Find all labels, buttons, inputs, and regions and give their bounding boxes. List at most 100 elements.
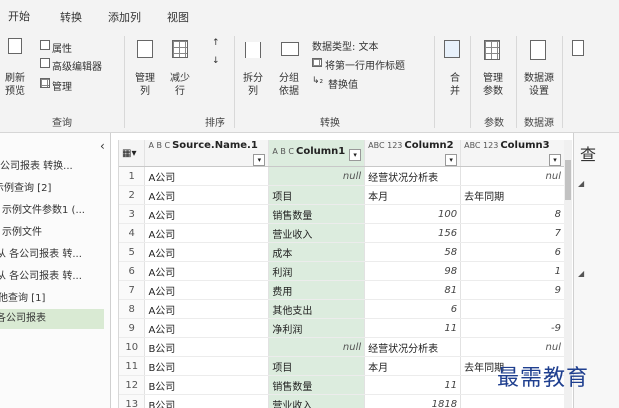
refresh-preview-button[interactable]: 刷新 预览 [0,72,30,98]
table-cell[interactable]: 项目 [268,185,366,205]
first-row-header-button[interactable]: 将第一行用作标题 [325,57,405,72]
query-item[interactable]: 示例文件 [2,223,110,243]
properties-button[interactable]: 属性 [52,40,72,55]
table-cell[interactable]: 81 [364,280,462,300]
column-header[interactable]: ABC 123 Column3 ▾ [460,140,565,167]
table-cell[interactable]: A公司 [144,318,270,338]
table-cell[interactable]: A公司 [144,223,270,243]
table-cell[interactable]: null [268,166,366,186]
table-cell[interactable]: 9 [460,280,565,300]
manage-columns-button[interactable]: 管理 列 [130,72,160,98]
any-type-icon: ABC 123 [368,141,403,150]
table-cell[interactable]: 8 [460,204,565,224]
table-cell[interactable]: null [268,337,366,357]
table-cell[interactable]: 项目 [268,356,366,376]
table-cell[interactable]: 成本 [268,242,366,262]
table-cell[interactable]: nul [460,337,565,357]
advanced-editor-button[interactable]: 高级编辑器 [52,58,102,73]
query-item-selected[interactable]: 各公司报表 [0,309,104,329]
combine-button[interactable]: 合 并 [440,72,470,98]
table-menu-icon[interactable]: ▦▾ [119,140,146,167]
table-cell[interactable]: 11 [364,375,462,395]
row-number: 8 [119,299,146,319]
table-cell[interactable]: 本月 [364,185,462,205]
table-cell[interactable]: 156 [364,223,462,243]
table-cell[interactable]: 6 [364,299,462,319]
collapse-pane-icon[interactable]: ‹ [100,139,105,153]
table-cell[interactable]: 本月 [364,356,462,376]
table-cell[interactable]: 营业收入 [268,223,366,243]
sort-asc-icon[interactable]: ↑ [212,38,220,48]
data-type-dropdown[interactable]: 数据类型: 文本 [312,38,379,53]
column-header[interactable]: A B C Source.Name.1 ▾ [144,140,270,167]
group-by-icon [281,42,299,56]
table-cell[interactable]: 98 [364,261,462,281]
table-cell[interactable]: B公司 [144,337,270,357]
advanced-editor-icon [40,58,50,68]
row-number: 1 [119,166,146,186]
table-cell[interactable]: 6 [460,242,565,262]
split-column-button[interactable]: 拆分 列 [238,72,268,98]
table-cell[interactable]: 1818 [364,394,462,408]
table-cell[interactable]: A公司 [144,204,270,224]
column-header[interactable]: ABC 123 Column2 ▾ [364,140,462,167]
table-cell[interactable]: A公司 [144,242,270,262]
table-cell[interactable]: -9 [460,318,565,338]
table-cell[interactable]: 营业收入 [268,394,366,408]
column-header-selected[interactable]: A B C Column1 ▾ [268,140,366,167]
tab-transform[interactable]: 转换 [56,8,86,30]
data-source-settings-button[interactable]: 数据源 设置 [521,72,557,98]
query-item[interactable]: 从 各公司报表 转... [0,267,104,287]
table-cell[interactable]: 100 [364,204,462,224]
tab-add-column[interactable]: 添加列 [104,8,145,30]
table-cell[interactable]: 11 [364,318,462,338]
table-cell[interactable]: 1 [460,261,565,281]
table-cell[interactable]: 销售数量 [268,375,366,395]
expand-arrow-icon[interactable]: ◢ [578,269,584,278]
table-cell[interactable]: 利润 [268,261,366,281]
query-item[interactable]: 各公司报表 转换... [0,157,98,177]
table-cell[interactable] [460,394,565,408]
table-cell[interactable]: 58 [364,242,462,262]
query-group-item[interactable]: 示例查询 [2] [0,179,102,199]
query-item[interactable]: 从 各公司报表 转... [0,245,104,265]
table-cell[interactable]: B公司 [144,394,270,408]
table-cell[interactable]: A公司 [144,261,270,281]
group-by-button[interactable]: 分组 依据 [274,72,304,98]
filter-dropdown-icon[interactable]: ▾ [445,154,458,166]
filter-dropdown-icon[interactable]: ▾ [253,154,266,166]
table-cell[interactable]: B公司 [144,375,270,395]
table-cell[interactable]: A公司 [144,166,270,186]
table-cell[interactable]: A公司 [144,299,270,319]
replace-values-button[interactable]: 替换值 [328,76,358,91]
table-cell[interactable]: 净利润 [268,318,366,338]
table-cell[interactable]: B公司 [144,356,270,376]
table-cell[interactable]: 去年同期 [460,185,565,205]
filter-dropdown-icon[interactable]: ▾ [549,154,561,166]
manage-columns-icon [137,40,153,58]
scrollbar-thumb[interactable] [565,160,571,200]
query-group-item[interactable]: 他查询 [1] [0,289,106,309]
filter-dropdown-icon[interactable]: ▾ [349,148,362,161]
table-row: 9 A公司 净利润 11 -9 [119,318,565,338]
table-cell[interactable]: A公司 [144,185,270,205]
query-item[interactable]: 示例文件参数1 (... [2,201,110,221]
divider [470,36,471,128]
tab-view[interactable]: 视图 [163,8,193,30]
manage-button[interactable]: 管理 [52,78,72,93]
table-cell[interactable]: 经营状况分析表 [364,166,462,186]
table-cell[interactable]: 7 [460,223,565,243]
sort-desc-icon[interactable]: ↓ [212,56,220,66]
table-cell[interactable]: 销售数量 [268,204,366,224]
row-number: 12 [119,375,146,395]
table-cell[interactable]: A公司 [144,280,270,300]
row-number: 6 [119,261,146,281]
expand-arrow-icon[interactable]: ◢ [578,179,584,188]
table-cell[interactable]: 经营状况分析表 [364,337,462,357]
table-cell[interactable]: 费用 [268,280,366,300]
manage-parameters-button[interactable]: 管理 参数 [477,72,509,98]
table-cell[interactable]: 其他支出 [268,299,366,319]
table-cell[interactable] [460,299,565,319]
table-cell[interactable]: nul [460,166,565,186]
reduce-rows-button[interactable]: 减少 行 [165,72,195,98]
